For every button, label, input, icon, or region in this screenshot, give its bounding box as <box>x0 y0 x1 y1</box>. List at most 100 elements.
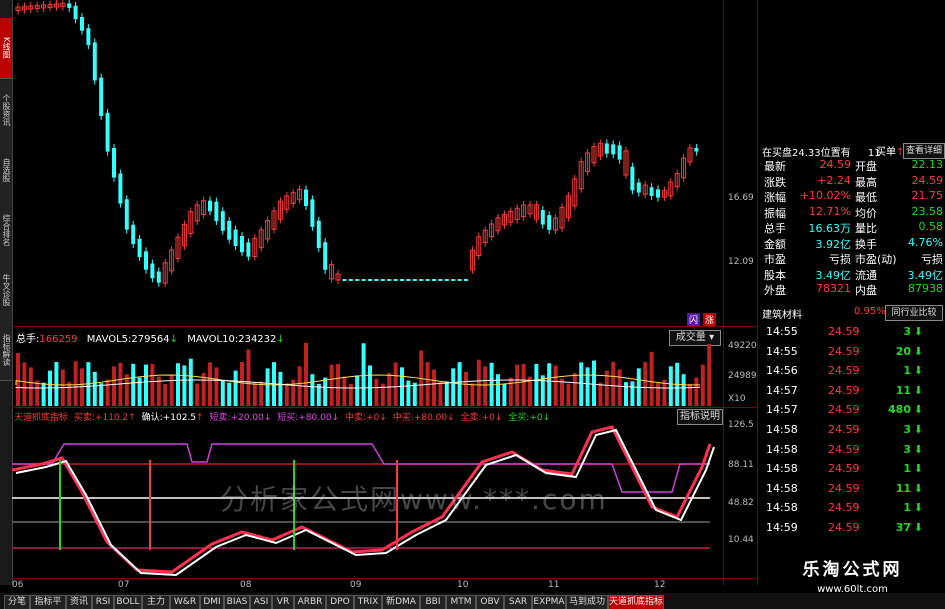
volume-bar <box>73 361 78 406</box>
volume-bar <box>252 382 257 406</box>
volume-bar <box>329 364 334 406</box>
bottom-tab[interactable]: BOLL <box>114 595 142 609</box>
volume-axis-label: X10 <box>728 394 746 404</box>
bottom-tab[interactable]: W&R <box>170 595 200 609</box>
bottom-tab[interactable]: 新DMA <box>382 595 420 609</box>
volume-bar <box>643 362 648 406</box>
left-tab-watchlist[interactable]: 自选股 <box>0 140 12 201</box>
tick-row: 14:55 24.59 20 ⬇ <box>764 345 945 364</box>
left-tab-news[interactable]: 个股资讯 <box>0 80 12 141</box>
quote-value: 22.13 <box>911 158 944 171</box>
bottom-tab[interactable]: 分笔 <box>4 595 30 609</box>
price-candle <box>214 201 219 222</box>
left-tab-indicator-help[interactable]: 指标解读 <box>0 320 12 381</box>
arrow-down-icon: ⬇ <box>913 423 923 436</box>
quote-value: 3.92亿 <box>815 237 852 251</box>
bottom-tab[interactable]: 资讯 <box>66 595 92 609</box>
quote-value: 78321 <box>816 282 851 295</box>
tick-row: 14:58 24.59 3 ⬇ <box>764 443 945 462</box>
bottom-tab[interactable]: ASI <box>250 595 272 609</box>
price-candle <box>124 199 129 230</box>
arrow-down-icon: ⬇ <box>913 344 923 358</box>
volume-bar <box>649 351 654 406</box>
volume-bar <box>278 371 283 406</box>
volume-bar <box>540 375 545 406</box>
bottom-tab[interactable]: EXPMA <box>532 595 566 609</box>
volume-bar <box>451 368 456 406</box>
buy-order-link[interactable]: 买单↑ <box>876 143 904 158</box>
volume-bar <box>368 365 372 406</box>
price-candle <box>368 279 372 281</box>
bottom-tab[interactable]: OBV <box>476 595 504 609</box>
quote-row: 涨幅 +10.02% 最低 21.75 <box>764 189 945 204</box>
chart-right-border <box>723 0 724 585</box>
left-tab-ranking[interactable]: 综合排名 <box>0 200 12 261</box>
volume-bar <box>214 367 219 406</box>
tick-row: 14:58 24.59 1 ⬇ <box>764 501 945 520</box>
quote-label: 流通 <box>855 268 877 282</box>
bottom-tab[interactable]: DPO <box>326 595 354 609</box>
bottom-tab[interactable]: BBI <box>420 595 446 609</box>
quote-row: 总手 16.63万 量比 0.58 <box>764 220 945 235</box>
tick-volume: 1 <box>903 364 911 378</box>
date-label: 11 <box>548 580 560 590</box>
bottom-tab[interactable]: SAR <box>504 595 532 609</box>
volume-bar <box>681 374 686 406</box>
volume-bar <box>163 383 168 406</box>
bottom-tab[interactable]: BIAS <box>224 595 250 609</box>
tick-row: 14:58 24.59 3 ⬇ <box>764 423 945 442</box>
divider-volume-indicator <box>12 407 757 408</box>
volume-bar <box>592 360 596 406</box>
bottom-tab-bar: 分笔指标平台资讯RSIBOLL主力W&RDMIBIASASIVRARBRDPOT… <box>0 593 945 609</box>
tick-volume: 480 <box>888 403 911 417</box>
price-candle <box>694 148 699 152</box>
bottom-tab[interactable]: DMI <box>200 595 224 609</box>
volume-bar <box>233 370 238 406</box>
price-candle <box>438 279 443 281</box>
tick-price: 24.59 <box>828 364 860 378</box>
left-tab-kline[interactable]: K线图 <box>0 18 12 79</box>
tick-price: 24.59 <box>828 383 860 397</box>
bottom-tab[interactable]: VR <box>272 595 294 609</box>
bottom-tab[interactable]: MTM <box>446 595 476 609</box>
tick-price: 24.59 <box>828 403 860 417</box>
bottom-tab[interactable]: RSI <box>92 595 114 609</box>
volume-bar <box>700 364 705 406</box>
quote-label: 最新 <box>764 160 786 173</box>
volume-bar <box>355 375 360 406</box>
quote-label: 总手 <box>764 222 786 235</box>
volume-bar <box>182 365 187 406</box>
volume-bar <box>246 349 251 406</box>
tick-price: 24.59 <box>828 442 860 456</box>
candlestick-chart <box>15 0 699 288</box>
bottom-tab[interactable]: TRIX <box>354 595 382 609</box>
bottom-tab[interactable]: 马到成功 <box>566 595 608 609</box>
bottom-tab[interactable]: 主力 <box>142 595 170 609</box>
volume-bar <box>406 380 411 406</box>
price-candle <box>150 263 155 279</box>
bottom-tab[interactable]: 指标平台 <box>30 595 66 609</box>
price-candle <box>636 182 641 193</box>
bottom-tab[interactable]: ARBR <box>294 595 326 609</box>
quote-value: 12.71% <box>809 204 851 218</box>
industry-name: 建筑材料 <box>762 310 802 321</box>
volume-bar <box>374 378 379 406</box>
price-candle <box>547 215 552 230</box>
left-tab-diagnosis[interactable]: 牛叉诊股 <box>0 260 12 321</box>
price-candle <box>348 279 353 281</box>
price-candle <box>118 173 123 204</box>
volume-bar <box>176 363 180 406</box>
indicator-axis-label: 48.82 <box>728 498 754 508</box>
view-detail-button[interactable]: 查看详细 <box>903 143 945 159</box>
tick-time: 14:58 <box>766 462 798 476</box>
bottom-tab[interactable]: 天道抓底指标 <box>608 595 664 609</box>
price-candle <box>444 279 449 281</box>
stock-analysis-app: { "left_tabs": ["K线图","个股资讯","自选股","综合排名… <box>0 0 945 609</box>
tick-time: 14:55 <box>766 325 798 338</box>
quote-label: 最高 <box>855 175 877 189</box>
price-candle <box>233 229 238 246</box>
volume-bar <box>598 382 603 406</box>
industry-compare-button[interactable]: 同行业比较 <box>885 305 943 321</box>
quote-value: 亏损 <box>829 253 851 266</box>
quote-value: 0.58 <box>918 220 944 233</box>
